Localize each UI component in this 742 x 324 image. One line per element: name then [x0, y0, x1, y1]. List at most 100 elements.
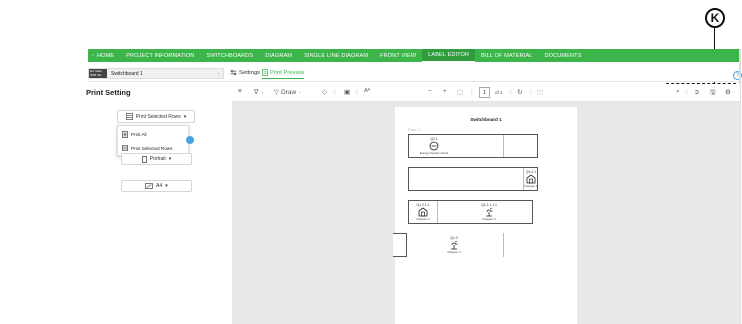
- nav-home[interactable]: ‹ HOME: [88, 49, 120, 62]
- portrait-icon: [141, 155, 147, 163]
- share-icon[interactable]: ➲: [694, 88, 699, 96]
- toolbar-divider: |: [510, 88, 512, 95]
- nav-label-editor[interactable]: LABEL EDITOR: [422, 49, 476, 62]
- tab-preview-label: Print Preview: [270, 69, 305, 76]
- fit-page-icon[interactable]: ⬚: [457, 88, 463, 96]
- rows-icon: [122, 145, 128, 151]
- switchboard-select[interactable]: Ed. Main IP65 Sfe Switchboard 1 ›: [88, 68, 224, 79]
- switchboard-thumbnail: Ed. Main IP65 Sfe: [89, 69, 107, 78]
- search-icon[interactable]: ⌕: [676, 88, 680, 96]
- caret-down-icon: ▾: [183, 113, 187, 120]
- label-row[interactable]: [393, 233, 407, 257]
- label-name: Outgoer 1: [524, 184, 538, 188]
- zoom-in-icon[interactable]: +: [443, 88, 447, 95]
- label-row[interactable]: Q1.4.1 Outgoer 1: [408, 167, 538, 191]
- chevron-right-icon: ›: [217, 70, 219, 77]
- sub-header: Ed. Main IP65 Sfe Switchboard 1 › Settin…: [88, 62, 742, 82]
- label-name: Outgoer 2: [416, 217, 430, 221]
- filter-icon[interactable]: ∇ ⌄: [254, 88, 265, 96]
- toolbar-divider: |: [530, 88, 532, 95]
- back-chevron-icon: ‹: [92, 52, 94, 59]
- label-row[interactable]: Q1.2.1.1 Outgoer 2 Q1.2.1.1.1 Outgoer 3: [408, 200, 533, 224]
- nav-documents[interactable]: DOCUMENTS: [539, 49, 588, 62]
- eraser-icon[interactable]: ◇: [322, 88, 327, 96]
- label-cell: Q1.4.1 Outgoer 1: [523, 168, 539, 190]
- page-number-input[interactable]: 1: [479, 87, 490, 98]
- print-preview-area: Switchboard 1 Row: 1 Q1.1 Energy Feeder …: [232, 102, 740, 324]
- top-nav: ‹ HOME PROJECT INFORMATION SWITCHBOARDS D…: [88, 49, 740, 62]
- lamp-icon: [451, 240, 458, 250]
- read-aloud-icon[interactable]: Aᴬ: [364, 88, 370, 94]
- nav-front-view[interactable]: FRONT VIEW: [374, 49, 422, 62]
- page-total: of 1: [495, 90, 503, 95]
- print-rows-menu: Print All Print Selected Rows: [117, 125, 189, 156]
- paper-size-icon: [145, 183, 153, 189]
- pdf-toolbar: ≡ ∇ ⌄ ▽ Draw ⌄ ◇ | ▣ | Aᴬ − + ⬚ | 1 of 1 …: [232, 84, 740, 102]
- tab-print-preview[interactable]: Print Preview: [262, 69, 305, 79]
- label-row[interactable]: Q1.1 Energy Feeder circuit: [408, 134, 538, 158]
- save-icon[interactable]: 🖫: [710, 88, 716, 99]
- label-name: Energy Feeder circuit: [419, 151, 449, 155]
- toolbar-divider: |: [471, 88, 473, 95]
- thumb-line-2: IP65 Sfe: [90, 72, 102, 77]
- menu-icon[interactable]: ≡: [238, 88, 242, 95]
- print-setting-title: Print Setting: [86, 88, 131, 97]
- nav-single-line-diagram[interactable]: SINGLE LINE DIAGRAM: [298, 49, 374, 62]
- draw-button[interactable]: ▽ Draw ⌄: [274, 88, 303, 97]
- caret-down-icon: ▾: [165, 183, 168, 189]
- text-box-icon[interactable]: ▣: [344, 88, 350, 96]
- caret-down-icon: ▾: [168, 156, 172, 162]
- paper-size-value: A4: [156, 183, 163, 189]
- app-root: H K ‹HOME PROJECT INFORMATION SWITCHBOAR…: [0, 0, 742, 324]
- nav-bill-of-material[interactable]: BILL OF MATERIAL: [475, 49, 538, 62]
- two-page-icon[interactable]: ◫: [537, 88, 543, 96]
- document-icon: [122, 130, 128, 138]
- label-separator: [503, 233, 504, 257]
- label-cell: Q1.3 Outgoer 4: [441, 233, 467, 257]
- preview-row-label: Row: 1: [408, 127, 421, 132]
- label-name: Outgoer 3: [482, 217, 496, 221]
- label-separator: [523, 168, 524, 190]
- meter-icon: [429, 141, 439, 151]
- zoom-out-icon[interactable]: −: [428, 88, 432, 95]
- callout-k: K: [705, 8, 725, 28]
- nav-home-label: HOME: [96, 52, 115, 59]
- rows-icon: [125, 113, 133, 120]
- draw-icon: ▽: [274, 89, 279, 96]
- tab-settings[interactable]: Settings: [230, 69, 260, 76]
- preview-title: Switchboard 1: [470, 117, 502, 122]
- label-separator: [437, 201, 438, 223]
- menu-item-print-all[interactable]: Print All: [118, 128, 188, 140]
- settings-icon[interactable]: ⚙: [725, 88, 731, 96]
- label-separator: [503, 135, 504, 157]
- building-icon: [526, 174, 536, 184]
- settings-sliders-icon: [230, 69, 237, 76]
- draw-label: Draw: [281, 88, 297, 96]
- label-name: Outgoer 4: [447, 250, 461, 254]
- label-cell: Q1.2.1.1.1 Outgoer 3: [464, 201, 514, 223]
- building-icon: [418, 207, 428, 217]
- menu-item-print-selected-label: Print Selected Rows: [131, 145, 173, 151]
- label-cell: Q1.2.1.1 Outgoer 2: [409, 201, 437, 223]
- switchboard-name: Switchboard 1: [111, 70, 143, 77]
- paper-size-select[interactable]: A4 ▾: [121, 180, 192, 192]
- preview-page: Switchboard 1 Row: 1 Q1.1 Energy Feeder …: [393, 107, 577, 324]
- callout-k-label: K: [710, 11, 720, 25]
- rotate-icon[interactable]: ↻: [517, 88, 522, 96]
- toolbar-divider: |: [356, 88, 358, 95]
- nav-switchboards[interactable]: SWITCHBOARDS: [200, 49, 259, 62]
- print-rows-select[interactable]: Print Selected Rows ▾: [117, 110, 195, 123]
- toolbar-divider: |: [334, 88, 336, 95]
- menu-item-print-all-label: Print All: [131, 131, 147, 137]
- orientation-value: Portrait: [149, 156, 166, 162]
- toolbar-divider: |: [686, 88, 688, 95]
- nav-project-information[interactable]: PROJECT INFORMATION: [120, 49, 200, 62]
- tab-settings-label: Settings: [239, 69, 260, 76]
- info-badge: [186, 136, 194, 144]
- lamp-icon: [486, 207, 493, 217]
- chevron-down-icon: ⌄: [298, 89, 303, 95]
- print-rows-select-value: Print Selected Rows: [135, 113, 181, 120]
- print-setting-panel: Print Setting Print Selected Rows ▾ Prin…: [0, 84, 232, 324]
- orientation-select[interactable]: Portrait ▾: [121, 153, 192, 165]
- nav-diagram[interactable]: DIAGRAM: [259, 49, 298, 62]
